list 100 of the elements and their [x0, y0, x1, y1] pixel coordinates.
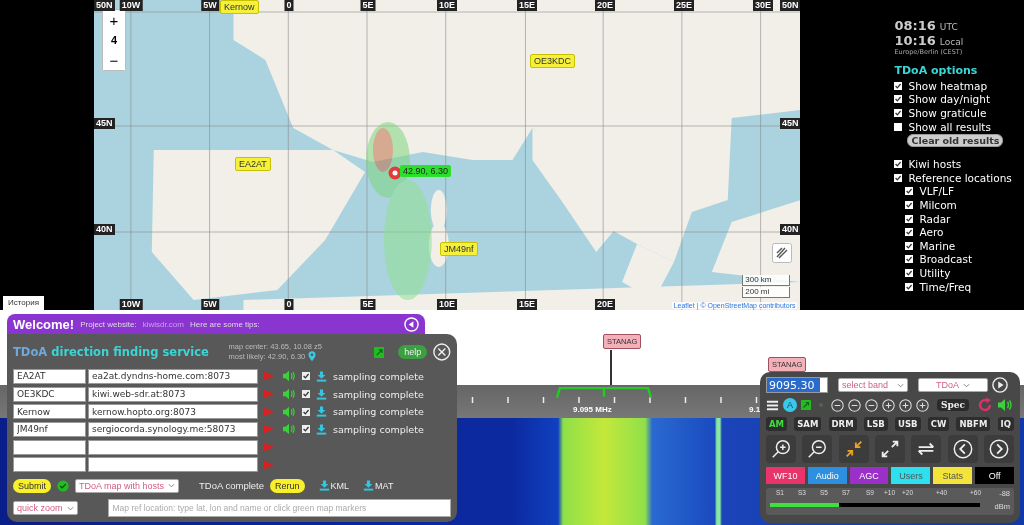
checkbox[interactable]	[894, 95, 903, 104]
download-icon[interactable]	[316, 370, 327, 382]
host-marker[interactable]: JM49nf	[440, 242, 478, 256]
submit-button[interactable]: Submit	[13, 478, 51, 493]
mode-button[interactable]: CW	[927, 417, 950, 431]
checkbox[interactable]	[905, 282, 914, 291]
host-url-field[interactable]	[88, 439, 258, 455]
checkbox[interactable]	[894, 160, 903, 169]
host-name-field[interactable]: EA2AT	[13, 368, 86, 384]
host-url-field[interactable]	[88, 457, 258, 473]
checkbox[interactable]	[302, 390, 310, 399]
host-name-field[interactable]	[13, 457, 86, 473]
host-name-field[interactable]: OE3KDC	[13, 386, 86, 402]
zoom-plus-icon[interactable]	[899, 398, 912, 412]
compress-button[interactable]	[838, 435, 869, 463]
checkbox[interactable]	[894, 109, 903, 117]
checkbox[interactable]	[905, 214, 914, 223]
checkbox[interactable]	[302, 407, 310, 416]
host-url-field[interactable]: ea2at.dyndns-home.com:8073	[88, 368, 258, 384]
zoom-minus-icon[interactable]	[865, 398, 878, 412]
zoom-minus-icon[interactable]	[831, 398, 844, 412]
host-name-field[interactable]	[13, 439, 86, 455]
zoom-minus-icon[interactable]	[848, 398, 861, 412]
frequency-field[interactable]: 9095.30	[766, 377, 828, 393]
download-button[interactable]: KML	[314, 480, 350, 492]
previous-button[interactable]	[947, 435, 978, 463]
pin-icon[interactable]	[308, 351, 317, 363]
checkbox[interactable]	[905, 268, 914, 277]
host-name-field[interactable]: Kernow	[13, 404, 86, 420]
checkbox[interactable]	[905, 187, 914, 196]
toggle-button[interactable]: Off	[975, 467, 1014, 484]
checkbox[interactable]	[905, 255, 914, 264]
speaker-icon[interactable]	[282, 405, 296, 418]
expand-icon[interactable]	[373, 346, 385, 358]
host-name-field[interactable]: JM49nf	[13, 421, 86, 437]
result-marker-icon[interactable]	[388, 166, 402, 180]
close-icon[interactable]	[433, 343, 451, 362]
checkbox[interactable]	[894, 81, 903, 90]
clear-results-button[interactable]: Clear old results	[907, 134, 1004, 148]
speaker-icon[interactable]	[997, 397, 1013, 413]
play-icon[interactable]	[992, 377, 1008, 393]
scale-label: 300 km	[742, 275, 791, 286]
mode-button[interactable]: AM	[766, 417, 788, 431]
speaker-icon[interactable]	[282, 370, 296, 383]
zoom-in-button[interactable]	[766, 435, 796, 463]
checkbox[interactable]	[302, 372, 310, 381]
checkbox[interactable]	[302, 425, 310, 434]
speaker-icon[interactable]	[282, 423, 296, 436]
passband-marker[interactable]	[556, 385, 652, 399]
swap-button[interactable]	[911, 435, 942, 463]
quick-zoom-select[interactable]: quick zoom	[13, 501, 78, 516]
extension-select[interactable]: TDoA	[918, 378, 988, 392]
toggle-button[interactable]: WF10	[766, 467, 805, 484]
checkbox[interactable]	[894, 122, 903, 131]
expand-icon[interactable]	[801, 400, 811, 410]
toggle-button[interactable]: Stats	[933, 467, 973, 484]
checkbox[interactable]	[905, 228, 914, 237]
host-url-field[interactable]: kiwi.web-sdr.at:8073	[88, 386, 258, 402]
expand-button[interactable]	[875, 435, 905, 463]
collapse-icon[interactable]	[404, 316, 419, 332]
check-circle-icon	[57, 479, 69, 492]
mode-button[interactable]: IQ	[997, 417, 1014, 431]
mode-button[interactable]: DRM	[828, 417, 857, 431]
download-icon[interactable]	[316, 388, 327, 400]
mode-button[interactable]: LSB	[863, 417, 888, 431]
band-select[interactable]: select band	[838, 378, 908, 392]
mode-button[interactable]: NBFM	[956, 417, 991, 431]
layers-icon[interactable]	[772, 243, 793, 263]
auto-badge[interactable]: A	[783, 398, 797, 412]
zoom-plus-icon[interactable]	[916, 398, 929, 412]
download-icon[interactable]	[316, 423, 327, 435]
checkbox[interactable]	[905, 200, 914, 209]
result-type-select[interactable]: TDoA map with hosts	[75, 478, 180, 493]
result-label[interactable]: 42.90, 6.30	[400, 165, 452, 177]
spec-button[interactable]: Spec	[937, 399, 969, 411]
toggle-button[interactable]: AGC	[849, 467, 889, 484]
mode-button[interactable]: USB	[895, 417, 921, 431]
checkbox[interactable]	[905, 241, 914, 250]
toggle-button[interactable]: Users	[891, 467, 931, 484]
host-url-field[interactable]: sergiocorda.synology.me:58073	[88, 421, 258, 437]
speaker-icon[interactable]	[282, 388, 296, 401]
download-button[interactable]: MAT	[359, 480, 394, 492]
zoom-plus-icon[interactable]	[882, 398, 895, 412]
map-ref-field[interactable]: Map ref location: type lat, lon and name or click green map markers	[107, 499, 451, 518]
mode-button[interactable]: SAM	[794, 417, 822, 431]
option-label: Milcom	[919, 198, 957, 211]
host-marker[interactable]: OE3KDC	[530, 54, 575, 68]
host-url-field[interactable]: kernow.hopto.org:8073	[88, 404, 258, 420]
history-tab[interactable]: История	[3, 296, 45, 310]
next-button[interactable]	[983, 435, 1014, 463]
zoom-out-button[interactable]	[802, 435, 833, 463]
menu-icon[interactable]	[766, 398, 779, 412]
grid-label: 15E	[517, 299, 537, 310]
host-marker[interactable]: EA2AT	[235, 157, 271, 171]
checkbox[interactable]	[894, 173, 903, 182]
download-icon[interactable]	[316, 406, 327, 418]
website-label: Project website:	[80, 319, 137, 329]
grid-label: 15E	[517, 0, 537, 11]
host-marker[interactable]: Kernow	[220, 0, 259, 14]
rerun-button[interactable]: Rerun	[270, 478, 305, 493]
